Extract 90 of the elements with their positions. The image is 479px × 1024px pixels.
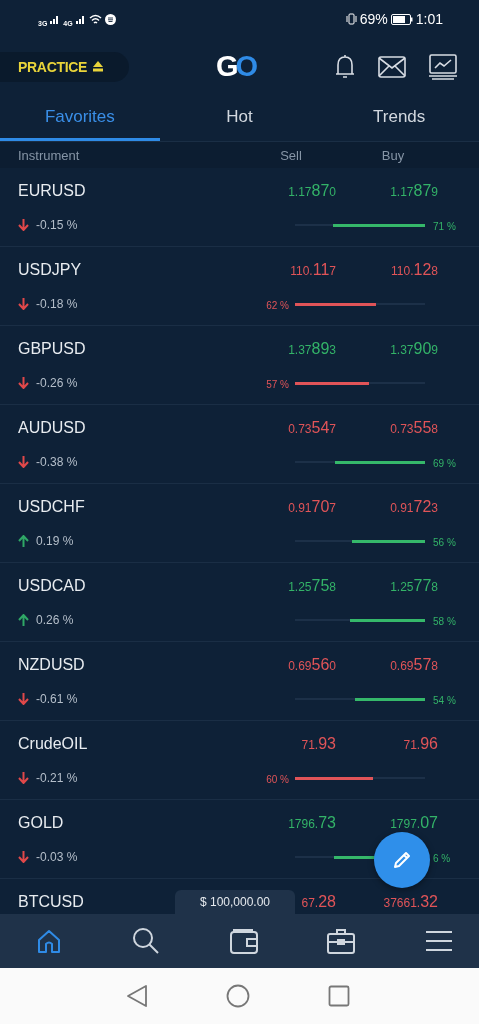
instrument-name: EURUSD bbox=[18, 182, 86, 200]
sell-price[interactable]: 1796.73 bbox=[288, 814, 336, 831]
bell-icon[interactable] bbox=[334, 53, 356, 80]
battery-percent: 69% bbox=[359, 11, 388, 27]
sentiment-percent: 62 % bbox=[266, 300, 289, 311]
buy-price[interactable]: 1.37909 bbox=[390, 340, 438, 357]
battery-icon bbox=[390, 13, 413, 25]
instrument-row[interactable]: USDCHF 0.91707 0.91723 0.19 % 56 % bbox=[0, 484, 479, 563]
nav-button[interactable] bbox=[423, 928, 455, 954]
change-percent: -0.15 % bbox=[36, 218, 78, 232]
instrument-name: CrudeOIL bbox=[18, 735, 88, 753]
balance-tab[interactable]: $ 100,000.00 bbox=[175, 890, 295, 914]
buy-price[interactable]: 37661.32 bbox=[383, 893, 438, 910]
signal-icon bbox=[50, 14, 61, 24]
briefcase-icon bbox=[327, 928, 356, 954]
buy-price[interactable]: 0.69578 bbox=[390, 656, 438, 673]
sentiment-percent: 6 % bbox=[433, 853, 451, 864]
signal-icon bbox=[75, 14, 86, 24]
edit-button[interactable] bbox=[374, 832, 430, 888]
home-circle-icon[interactable] bbox=[225, 984, 250, 1008]
instrument-name: USDCAD bbox=[18, 577, 86, 595]
instrument-name: GOLD bbox=[18, 814, 64, 832]
app-logo: GO bbox=[216, 50, 256, 83]
back-icon[interactable] bbox=[125, 984, 148, 1008]
instrument-name: BTCUSD bbox=[18, 893, 84, 911]
sentiment-percent: 58 % bbox=[433, 616, 456, 627]
instrument-row[interactable]: USDJPY 110.117 110.128 -0.18 % 62 % bbox=[0, 247, 479, 326]
change-percent: -0.18 % bbox=[36, 297, 78, 311]
sell-price[interactable]: 0.73547 bbox=[288, 419, 336, 436]
instrument-row[interactable]: CrudeOIL 71.93 71.96 -0.21 % 60 % bbox=[0, 721, 479, 800]
tab[interactable]: Trends bbox=[319, 95, 479, 141]
practice-badge[interactable]: PRACTICE bbox=[0, 51, 130, 82]
sell-price[interactable]: 0.69560 bbox=[288, 656, 336, 673]
sentiment-percent: 60 % bbox=[266, 774, 289, 785]
recents-icon[interactable] bbox=[327, 985, 350, 1007]
instrument-row[interactable]: AUDUSD 0.73547 0.73558 -0.38 % 69 % bbox=[0, 405, 479, 484]
sentiment-percent: 57 % bbox=[266, 379, 289, 390]
instrument-name: GBPUSD bbox=[18, 340, 86, 358]
tab[interactable]: Hot bbox=[159, 95, 320, 141]
account-mode-label: PRACTICE bbox=[18, 58, 88, 75]
app-icon bbox=[104, 13, 116, 25]
chart-monitor-icon[interactable] bbox=[428, 53, 458, 80]
buy-price[interactable]: 0.73558 bbox=[390, 419, 438, 436]
vibrate-icon bbox=[345, 13, 357, 25]
instrument-name: USDJPY bbox=[18, 261, 82, 279]
change-percent: -0.61 % bbox=[36, 692, 78, 706]
sentiment-percent: 56 % bbox=[433, 537, 456, 548]
change-percent: 0.19 % bbox=[36, 534, 74, 548]
instrument-row[interactable]: USDCAD 1.25758 1.25778 0.26 % 58 % bbox=[0, 563, 479, 642]
change-percent: -0.03 % bbox=[36, 850, 78, 864]
change-percent: -0.26 % bbox=[36, 376, 78, 390]
sell-price[interactable]: 67.28 bbox=[301, 893, 336, 910]
eject-icon bbox=[93, 61, 104, 72]
sentiment-percent: 71 % bbox=[433, 221, 456, 232]
mail-icon[interactable] bbox=[378, 55, 406, 78]
sell-price[interactable]: 1.37893 bbox=[288, 340, 336, 357]
buy-price[interactable]: 0.91723 bbox=[390, 498, 438, 515]
column-header: Instrument bbox=[18, 147, 81, 163]
instrument-row[interactable]: EURUSD 1.17870 1.17879 -0.15 % 71 % bbox=[0, 168, 479, 247]
home-icon bbox=[36, 928, 62, 954]
buy-price[interactable]: 110.128 bbox=[391, 261, 438, 278]
buy-price[interactable]: 71.96 bbox=[403, 735, 438, 752]
change-percent: -0.38 % bbox=[36, 455, 78, 469]
nav-button[interactable] bbox=[325, 926, 358, 956]
buy-price[interactable]: 1797.07 bbox=[390, 814, 438, 831]
column-header: Sell bbox=[279, 147, 303, 163]
search-icon bbox=[131, 927, 160, 955]
sell-price[interactable]: 0.91707 bbox=[288, 498, 336, 515]
change-percent: -0.21 % bbox=[36, 771, 78, 785]
buy-price[interactable]: 1.25778 bbox=[390, 577, 438, 594]
nav-button[interactable] bbox=[227, 926, 260, 956]
change-percent: 0.26 % bbox=[36, 613, 74, 627]
instrument-name: NZDUSD bbox=[18, 656, 85, 674]
sell-price[interactable]: 1.17870 bbox=[288, 182, 336, 199]
menu-icon bbox=[425, 930, 453, 952]
wallet-icon bbox=[229, 928, 258, 954]
sentiment-percent: 54 % bbox=[433, 695, 456, 706]
instrument-row[interactable]: GBPUSD 1.37893 1.37909 -0.26 % 57 % bbox=[0, 326, 479, 405]
wifi-icon bbox=[88, 13, 102, 25]
buy-price[interactable]: 1.17879 bbox=[390, 182, 438, 199]
clock-time: 1:01 bbox=[415, 11, 443, 27]
sentiment-percent: 69 % bbox=[433, 458, 456, 469]
sell-price[interactable]: 110.117 bbox=[290, 261, 336, 278]
instrument-row[interactable]: NZDUSD 0.69560 0.69578 -0.61 % 54 % bbox=[0, 642, 479, 721]
sell-price[interactable]: 1.25758 bbox=[288, 577, 336, 594]
column-header: Buy bbox=[380, 147, 406, 163]
pencil-icon bbox=[392, 850, 412, 870]
instrument-name: AUDUSD bbox=[18, 419, 86, 437]
instrument-name: USDCHF bbox=[18, 498, 85, 516]
sell-price[interactable]: 71.93 bbox=[301, 735, 336, 752]
